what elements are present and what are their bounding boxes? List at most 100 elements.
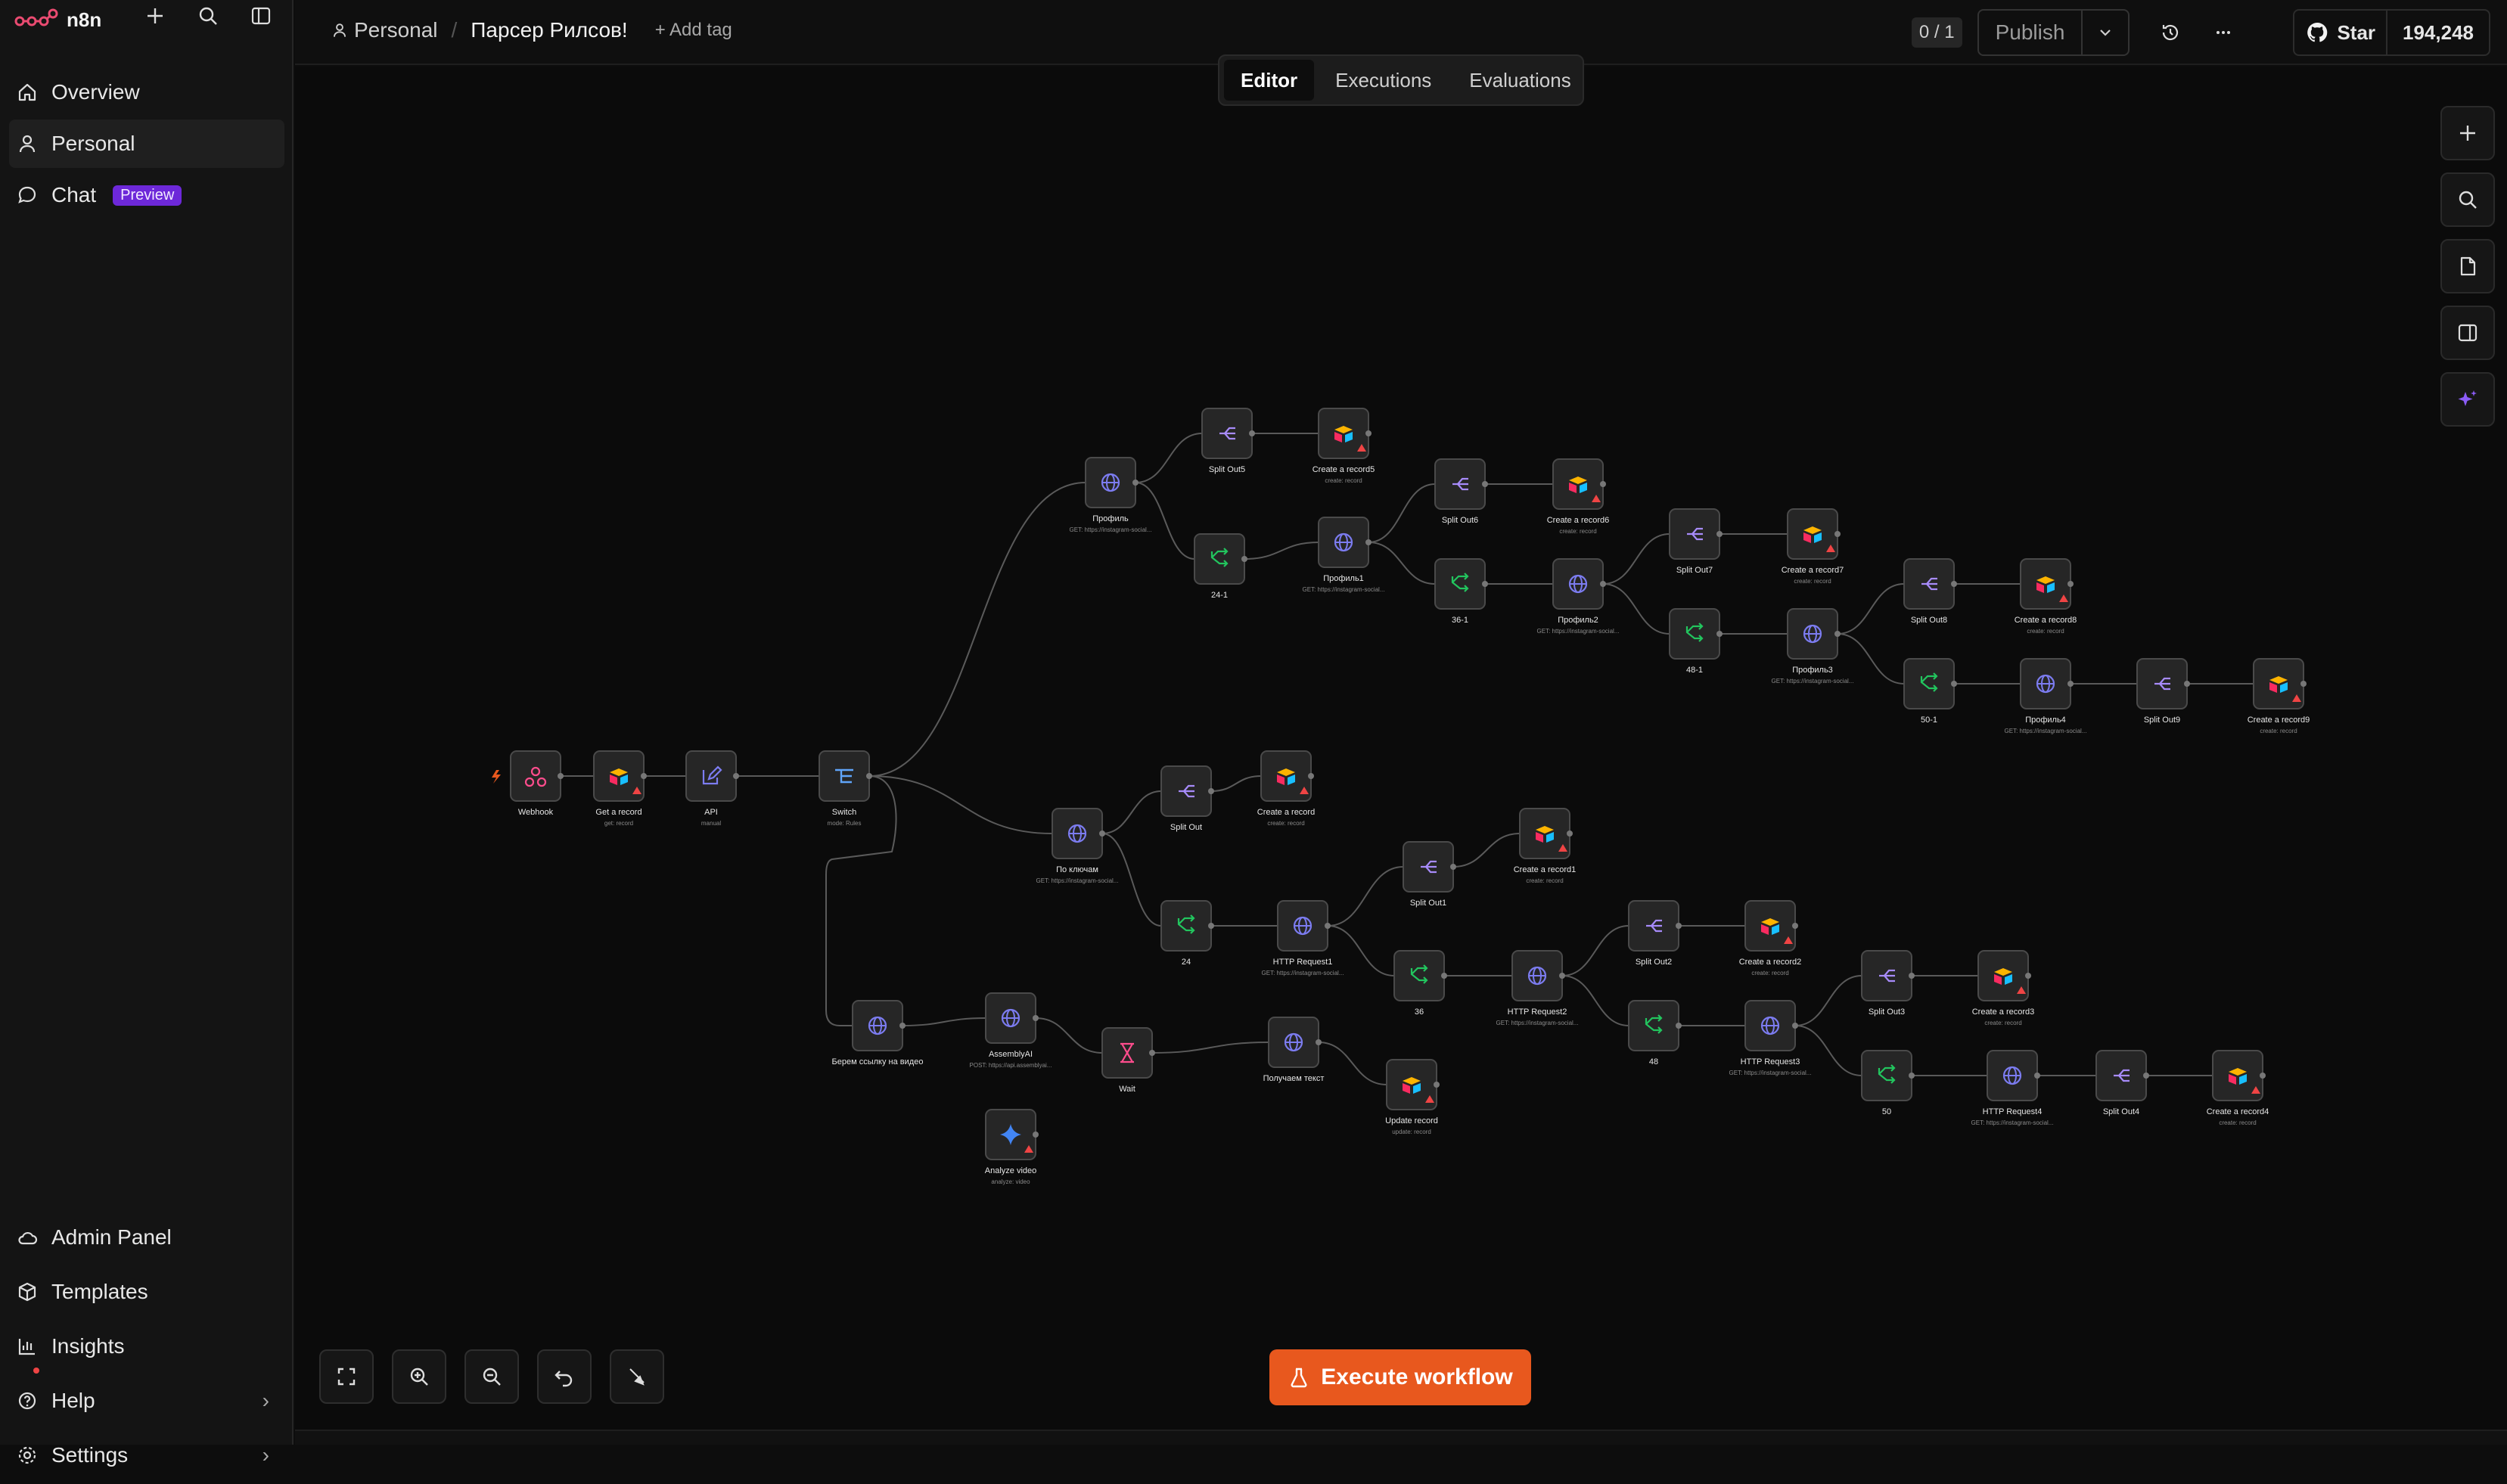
workflow-node-link[interactable]: Берем ссылку на видео bbox=[832, 1000, 924, 1066]
workflow-node-prof[interactable]: Профиль GET: https://instagram-social... bbox=[1070, 457, 1152, 533]
workflow-node-if36[interactable]: 36 bbox=[1393, 950, 1447, 1017]
output-handle[interactable] bbox=[641, 773, 647, 779]
workflow-node-so3[interactable]: Split Out3 bbox=[1861, 950, 1915, 1017]
node-box[interactable] bbox=[1194, 533, 1245, 585]
workflow-node-prof2[interactable]: Профиль2 GET: https://instagram-social... bbox=[1537, 558, 1620, 635]
node-box[interactable] bbox=[1393, 950, 1445, 1001]
output-handle[interactable] bbox=[2067, 681, 2074, 687]
workflow-node-webhook[interactable]: Webhook bbox=[510, 750, 564, 817]
history-icon[interactable] bbox=[2157, 19, 2184, 46]
output-handle[interactable] bbox=[733, 773, 739, 779]
add-node-button[interactable] bbox=[2440, 106, 2495, 160]
workflow-node-if50[interactable]: 50 bbox=[1861, 1050, 1915, 1116]
github-star-button[interactable]: Star 194,248 bbox=[2293, 9, 2490, 56]
workflow-node-so4[interactable]: Split Out4 bbox=[2095, 1050, 2149, 1116]
output-handle[interactable] bbox=[1325, 923, 1331, 929]
sidebar-item-chat[interactable]: Chat Preview bbox=[9, 171, 284, 219]
output-handle[interactable] bbox=[558, 773, 564, 779]
workflow-node-hr3[interactable]: HTTP Request3 GET: https://instagram-soci… bbox=[1729, 1000, 1812, 1076]
node-box[interactable] bbox=[1628, 1000, 1679, 1051]
add-tag-button[interactable]: + Add tag bbox=[655, 20, 732, 41]
execute-workflow-button[interactable]: Execute workflow bbox=[1269, 1349, 1531, 1405]
output-handle[interactable] bbox=[899, 1023, 906, 1029]
workflow-node-if501[interactable]: 50-1 bbox=[1903, 658, 1957, 725]
output-handle[interactable] bbox=[1033, 1132, 1039, 1138]
output-handle[interactable] bbox=[1132, 480, 1139, 486]
sticky-note-button[interactable] bbox=[2440, 239, 2495, 293]
workflow-node-if241[interactable]: 24-1 bbox=[1194, 533, 1247, 600]
output-handle[interactable] bbox=[1600, 581, 1606, 587]
sidebar-item-admin-panel[interactable]: Admin Panel bbox=[9, 1212, 284, 1263]
workflow-node-prof4[interactable]: Профиль4 GET: https://instagram-social... bbox=[2005, 658, 2087, 734]
workflow-canvas[interactable]: Webhook Get a record get: record API manual S… bbox=[295, 67, 2507, 1445]
sidebar-item-insights[interactable]: Insights bbox=[9, 1321, 284, 1372]
workflow-node-analyze[interactable]: Analyze video analyze: video bbox=[985, 1109, 1039, 1185]
search-nodes-button[interactable] bbox=[2440, 172, 2495, 227]
workflow-node-prof1[interactable]: Профиль1 GET: https://instagram-social... bbox=[1303, 517, 1385, 593]
workflow-node-cr3[interactable]: Create a record3 create: record bbox=[1972, 950, 2035, 1026]
workflow-node-so8[interactable]: Split Out8 bbox=[1903, 558, 1957, 625]
chevron-down-icon[interactable] bbox=[2083, 11, 2128, 54]
workflow-node-hr2[interactable]: HTTP Request2 GET: https://instagram-soci… bbox=[1496, 950, 1579, 1026]
output-handle[interactable] bbox=[2034, 1073, 2040, 1079]
workflow-node-api[interactable]: API manual bbox=[685, 750, 739, 827]
workflow-node-text[interactable]: Получаем текст bbox=[1263, 1017, 1325, 1083]
publish-button[interactable]: Publish bbox=[1979, 11, 2083, 54]
node-box[interactable] bbox=[1160, 900, 1212, 952]
output-handle[interactable] bbox=[1792, 923, 1798, 929]
ai-assistant-button[interactable] bbox=[2440, 372, 2495, 427]
output-handle[interactable] bbox=[1149, 1050, 1155, 1056]
node-box[interactable] bbox=[1903, 658, 1955, 709]
workflow-node-cr7[interactable]: Create a record7 create: record bbox=[1782, 508, 1844, 585]
output-handle[interactable] bbox=[1792, 1023, 1798, 1029]
workflow-node-if24[interactable]: 24 bbox=[1160, 900, 1214, 967]
workflow-node-switch[interactable]: Switch mode: Rules bbox=[819, 750, 872, 827]
workflow-node-so6[interactable]: Split Out6 bbox=[1434, 458, 1488, 525]
sidebar-item-templates[interactable]: Templates bbox=[9, 1266, 284, 1318]
workflow-node-cr5[interactable]: Create a record5 create: record bbox=[1313, 408, 1375, 484]
workflow-node-cr4[interactable]: Create a record4 create: record bbox=[2207, 1050, 2269, 1126]
output-handle[interactable] bbox=[1482, 481, 1488, 487]
workflow-node-so7[interactable]: Split Out7 bbox=[1669, 508, 1723, 575]
workflow-node-if361[interactable]: 36-1 bbox=[1434, 558, 1488, 625]
workflow-node-upd[interactable]: Update record update: record bbox=[1385, 1059, 1440, 1135]
workflow-node-cr9[interactable]: Create a record9 create: record bbox=[2248, 658, 2310, 734]
workflow-node-cr[interactable]: Create a record create: record bbox=[1257, 750, 1315, 827]
more-icon[interactable] bbox=[2210, 19, 2237, 46]
node-box[interactable] bbox=[1669, 608, 1720, 660]
output-handle[interactable] bbox=[1482, 581, 1488, 587]
sidebar-item-personal[interactable]: Personal bbox=[9, 120, 284, 168]
workflow-node-cr2[interactable]: Create a record2 create: record bbox=[1739, 900, 1802, 976]
output-handle[interactable] bbox=[1365, 539, 1372, 545]
workflow-node-cr1[interactable]: Create a record1 create: record bbox=[1514, 808, 1577, 884]
workflow-node-so[interactable]: Split Out bbox=[1160, 765, 1214, 832]
output-handle[interactable] bbox=[2067, 581, 2074, 587]
node-box[interactable] bbox=[685, 750, 737, 802]
plus-icon[interactable] bbox=[142, 2, 168, 30]
output-handle[interactable] bbox=[1559, 973, 1565, 979]
output-handle[interactable] bbox=[1434, 1082, 1440, 1088]
output-handle[interactable] bbox=[1208, 788, 1214, 794]
workflow-node-cr6[interactable]: Create a record6 create: record bbox=[1547, 458, 1610, 535]
workflow-node-if481[interactable]: 48-1 bbox=[1669, 608, 1723, 675]
sidebar-item-overview[interactable]: Overview bbox=[9, 68, 284, 116]
output-handle[interactable] bbox=[1834, 631, 1841, 637]
workflow-node-if48[interactable]: 48 bbox=[1628, 1000, 1682, 1066]
node-box[interactable] bbox=[1434, 558, 1486, 610]
output-handle[interactable] bbox=[1249, 430, 1255, 436]
tidy-up-button[interactable] bbox=[610, 1349, 664, 1404]
side-panel-button[interactable] bbox=[2440, 306, 2495, 360]
output-handle[interactable] bbox=[1716, 631, 1723, 637]
output-handle[interactable] bbox=[1951, 681, 1957, 687]
workflow-node-getrec[interactable]: Get a record get: record bbox=[593, 750, 647, 827]
output-handle[interactable] bbox=[1308, 773, 1314, 779]
tab-evaluations[interactable]: Evaluations bbox=[1452, 60, 1587, 101]
output-handle[interactable] bbox=[866, 773, 872, 779]
output-handle[interactable] bbox=[2300, 681, 2307, 687]
output-handle[interactable] bbox=[1909, 973, 1915, 979]
search-icon[interactable] bbox=[195, 2, 221, 30]
workflow-node-hr4[interactable]: HTTP Request4 GET: https://instagram-soci… bbox=[1971, 1050, 2054, 1126]
zoom-in-button[interactable] bbox=[392, 1349, 446, 1404]
workflow-node-wait[interactable]: Wait bbox=[1101, 1027, 1155, 1094]
output-handle[interactable] bbox=[1834, 531, 1841, 537]
